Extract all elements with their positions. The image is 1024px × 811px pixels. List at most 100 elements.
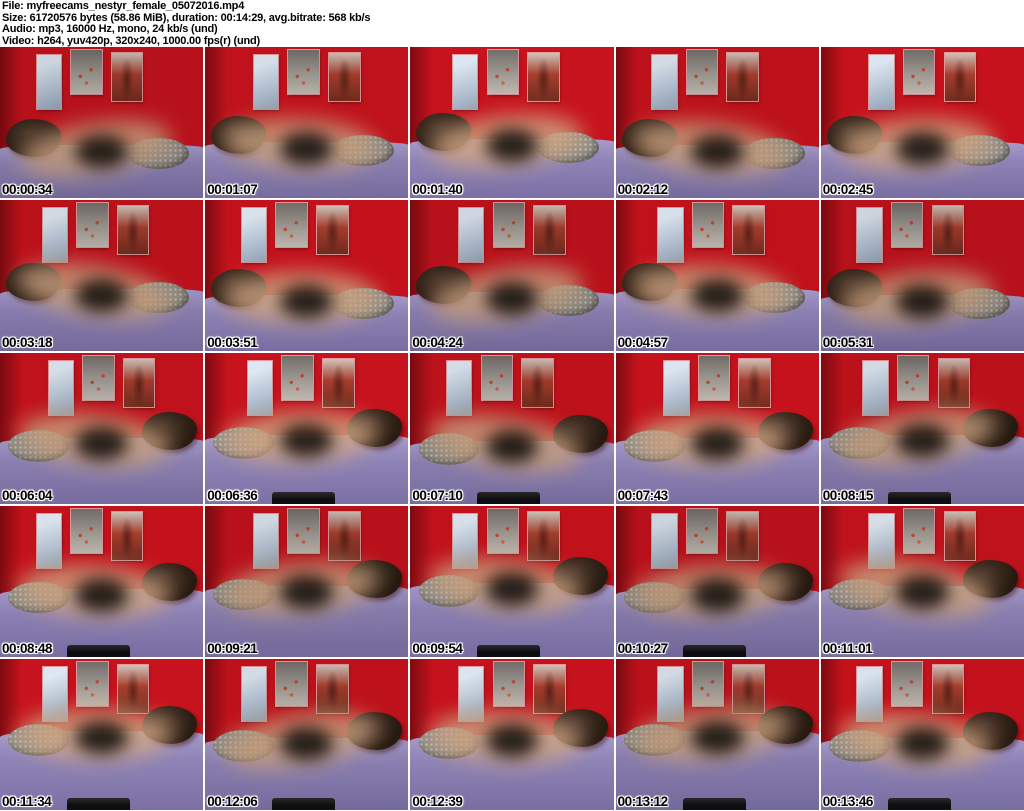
abstract-dark-blob (690, 426, 744, 461)
timestamp-overlay: 00:09:21 (207, 641, 258, 656)
wall-picture-middle (698, 356, 730, 400)
timestamp-overlay: 00:07:10 (412, 488, 463, 503)
wall-picture-middle (487, 50, 519, 94)
keyboard-shape (272, 491, 336, 504)
wall-picture-left (42, 207, 68, 262)
abstract-dark-blob (280, 726, 334, 761)
wall-picture-right (522, 359, 553, 408)
video-thumbnail: 00:06:04 (0, 353, 204, 504)
wall-picture-right (944, 512, 976, 561)
timestamp-overlay: 00:11:34 (2, 794, 52, 809)
wall-picture-middle (71, 50, 102, 94)
abstract-dark-blob (485, 128, 539, 162)
abstract-dark-blob (485, 281, 539, 315)
wall-picture-right (528, 53, 559, 102)
video-thumbnail: 00:11:01 (820, 506, 1024, 657)
abstract-dark-blob (280, 131, 334, 165)
timestamp-overlay: 00:08:48 (2, 641, 53, 656)
wall-picture-middle (276, 662, 307, 706)
wall-picture-left (869, 54, 894, 109)
abstract-dark-blob (690, 134, 744, 168)
wall-picture-left (652, 513, 677, 568)
wall-picture-left (658, 207, 683, 262)
wall-picture-right (733, 206, 764, 255)
wall-picture-middle (288, 509, 319, 553)
wall-picture-left (459, 207, 484, 262)
video-thumbnail: 00:07:10 (410, 353, 614, 504)
contact-sheet: File: myfreecams_nestyr_female_05072016.… (0, 0, 1024, 811)
abstract-dark-blob (75, 426, 128, 461)
wall-picture-right (727, 53, 758, 102)
wall-picture-middle (282, 356, 313, 400)
timestamp-overlay: 00:13:46 (822, 794, 874, 809)
wall-picture-right (329, 512, 360, 561)
wall-picture-middle (904, 50, 935, 94)
abstract-dark-blob (280, 284, 334, 318)
wall-picture-middle (481, 356, 513, 400)
abstract-dark-blob (690, 278, 744, 312)
keyboard-shape (887, 797, 951, 810)
wall-picture-middle (487, 509, 519, 553)
timestamp-overlay: 00:07:43 (617, 488, 669, 503)
wall-picture-right (111, 512, 143, 561)
video-thumbnail: 00:12:06 (205, 659, 409, 810)
wall-picture-right (534, 665, 565, 714)
wall-picture-left (664, 360, 689, 415)
timestamp-overlay: 00:04:24 (412, 335, 463, 350)
timestamp-overlay: 00:01:07 (207, 182, 258, 197)
wall-picture-right (944, 53, 976, 102)
video-thumbnail: 00:09:54 (410, 506, 614, 657)
wall-picture-right (534, 206, 565, 255)
timestamp-overlay: 00:09:54 (412, 641, 463, 656)
wall-picture-left (652, 54, 677, 109)
abstract-dark-blob (895, 284, 949, 318)
wall-picture-middle (71, 509, 102, 553)
abstract-dark-blob (280, 423, 334, 458)
keyboard-shape (887, 491, 951, 504)
abstract-dark-blob (75, 578, 128, 612)
wall-picture-middle (288, 50, 319, 94)
wall-picture-right (932, 665, 964, 714)
wall-picture-left (447, 360, 472, 415)
wall-picture-middle (686, 509, 718, 553)
wall-picture-right (938, 359, 970, 408)
video-thumbnail: 00:11:34 (0, 659, 204, 810)
file-info-line: File: myfreecams_nestyr_female_05072016.… (2, 0, 245, 12)
video-thumbnail: 00:04:57 (615, 200, 819, 351)
wall-picture-right (111, 53, 143, 102)
video-thumbnail: 00:00:34 (0, 47, 204, 198)
keyboard-shape (67, 644, 131, 657)
wall-picture-right (117, 665, 149, 714)
video-thumbnail: 00:13:12 (615, 659, 819, 810)
wall-picture-middle (892, 203, 923, 247)
timestamp-overlay: 00:01:40 (412, 182, 463, 197)
abstract-dark-blob (75, 720, 128, 755)
abstract-dark-blob (485, 572, 539, 606)
video-thumbnail: 00:08:15 (820, 353, 1024, 504)
timestamp-overlay: 00:08:15 (822, 488, 874, 503)
video-thumbnail: 00:07:43 (615, 353, 819, 504)
video-thumbnail: 00:01:07 (205, 47, 409, 198)
timestamp-overlay: 00:12:06 (207, 794, 258, 809)
wall-picture-middle (77, 203, 108, 247)
video-thumbnail: 00:03:51 (205, 200, 409, 351)
video-thumbnail: 00:04:24 (410, 200, 614, 351)
keyboard-shape (682, 797, 746, 810)
abstract-dark-blob (895, 131, 949, 165)
wall-picture-left (857, 207, 882, 262)
timestamp-overlay: 00:05:31 (822, 335, 874, 350)
video-info-line: Video: h264, yuv420p, 320x240, 1000.00 f… (2, 34, 260, 47)
wall-picture-right (727, 512, 758, 561)
abstract-dark-blob (895, 726, 949, 761)
wall-picture-left (658, 666, 683, 721)
wall-picture-left (241, 666, 267, 721)
wall-picture-left (863, 360, 888, 415)
wall-picture-middle (692, 203, 724, 247)
metadata-header: File: myfreecams_nestyr_female_05072016.… (0, 0, 1024, 47)
wall-picture-right (123, 359, 155, 408)
wall-picture-left (36, 54, 62, 109)
video-thumbnail: 00:08:48 (0, 506, 204, 657)
video-thumbnail: 00:06:36 (205, 353, 409, 504)
wall-picture-middle (493, 662, 525, 706)
timestamp-overlay: 00:13:12 (617, 794, 669, 809)
